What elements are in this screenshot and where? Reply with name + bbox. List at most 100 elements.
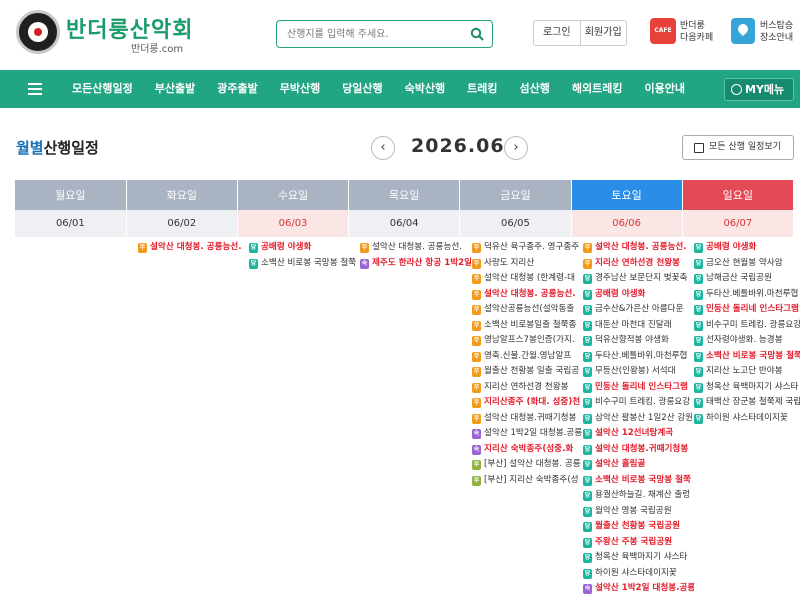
signup-button[interactable]: 회원가입 bbox=[579, 21, 627, 45]
event-item[interactable]: 부 [부산] 설악산 대청봉. 공룡 bbox=[472, 457, 583, 473]
event-type-badge: 당 bbox=[583, 274, 592, 284]
event-item[interactable]: 당 소백산 비로봉 국망봉 철쭉 bbox=[249, 256, 360, 272]
event-item[interactable]: 당 월악산 영봉 국립공원 bbox=[583, 504, 694, 520]
event-item[interactable]: 무 영축.신불.간월.영남알프 bbox=[472, 349, 583, 365]
event-item[interactable]: 당 하이원 샤스타데이지꽃 bbox=[694, 411, 800, 427]
event-item[interactable]: 무 덕유산 육구종주. 영구종주 bbox=[472, 240, 583, 256]
event-item[interactable]: 당 금수산&가은산 아름다운 bbox=[583, 302, 694, 318]
event-type-badge: 당 bbox=[583, 537, 592, 548]
event-item[interactable]: 무 지리산 연하선경 천왕봉 bbox=[472, 380, 583, 396]
logo-icon[interactable] bbox=[16, 10, 60, 54]
event-title: 설악산공룡능선(설악동출 bbox=[484, 304, 575, 314]
search-box bbox=[276, 20, 493, 48]
nav-item-guide[interactable]: 이용안내 bbox=[634, 70, 696, 108]
event-item[interactable]: 당 주왕산 주봉 국립공원 bbox=[583, 535, 694, 551]
event-item[interactable]: 무 월출산 천황봉 일출 국립공 bbox=[472, 364, 583, 380]
event-item[interactable]: 당 태백산 장군봉 철쭉제 국립 bbox=[694, 395, 800, 411]
event-item[interactable]: 당 대둔산 마천대 진달래 bbox=[583, 318, 694, 334]
event-item[interactable]: 무 사량도 지리산 bbox=[472, 256, 583, 272]
search-icon[interactable] bbox=[470, 27, 484, 41]
search-input[interactable] bbox=[287, 26, 457, 42]
next-month-button[interactable]: › bbox=[504, 136, 528, 160]
event-item[interactable]: 무 소백산 비로봉일출 철쭉종 bbox=[472, 318, 583, 334]
event-item[interactable]: 당 설악산 대청봉.귀때기청봉 bbox=[583, 442, 694, 458]
event-item[interactable]: 무 지리산 연하선경 천왕봉 bbox=[583, 256, 694, 272]
event-item[interactable]: 무 설악산 대청봉. 공룡능선. bbox=[138, 240, 249, 256]
event-title: 비수구미 트레킹. 광릉요강 bbox=[595, 397, 691, 407]
cafe-link[interactable]: 반더룽 다음카페 bbox=[680, 20, 713, 44]
map-pin-icon[interactable] bbox=[731, 18, 755, 44]
event-item[interactable]: 무 설악산 대청봉.귀때기청봉 bbox=[472, 411, 583, 427]
event-item[interactable]: 숙 제주도 한라산 항공 1박2일 bbox=[360, 256, 471, 272]
event-type-badge: 무 bbox=[583, 258, 592, 269]
nav-item-day-trip[interactable]: 당일산행 bbox=[331, 70, 393, 108]
event-item[interactable]: 당 남해금산 국립공원 bbox=[694, 271, 800, 287]
event-item[interactable]: 당 공배령 야생화 bbox=[583, 287, 694, 303]
event-item[interactable]: 숙 설악산 1박2일 대청봉.공룡 bbox=[583, 581, 694, 597]
event-item[interactable]: 무 지리산종주 (화대. 성중)천 bbox=[472, 395, 583, 411]
bus-stop-link[interactable]: 버스탑승 장소안내 bbox=[760, 20, 793, 44]
event-item[interactable]: 당 설악산 흘림골 bbox=[583, 457, 694, 473]
event-item[interactable]: 무 설악산 대청봉 (한계령-대 bbox=[472, 271, 583, 287]
event-title: 설악산 대청봉 (한계령-대 bbox=[484, 273, 575, 283]
event-item[interactable]: 숙 설악산 1박2일 대청봉.공룡 bbox=[472, 426, 583, 442]
event-item[interactable]: 당 용궐산하늘길. 채계산 출렁 bbox=[583, 488, 694, 504]
cafe-icon[interactable]: CAFE bbox=[650, 18, 676, 44]
event-type-badge: 무 bbox=[138, 243, 147, 253]
nav-item-overseas[interactable]: 해외트레킹 bbox=[561, 70, 634, 108]
event-item[interactable]: 무 설악산공룡능선(설악동출 bbox=[472, 302, 583, 318]
nav-item-all-schedule[interactable]: 모든산행일정 bbox=[61, 70, 144, 108]
event-item[interactable]: 당 덕유산향적봉 야생화 bbox=[583, 333, 694, 349]
event-item[interactable]: 당 경주남산 보문단지 벚꽃축 bbox=[583, 271, 694, 287]
nav-item-trekking[interactable]: 트레킹 bbox=[456, 70, 508, 108]
event-item[interactable]: 숙 지리산 숙박종주(성중.화 bbox=[472, 442, 583, 458]
event-title: 청옥산 육백마지기 샤스타 bbox=[595, 552, 688, 562]
my-menu-button[interactable]: MY메뉴 bbox=[724, 78, 794, 101]
event-item[interactable]: 당 하이원 샤스타데이지꽃 bbox=[583, 566, 694, 582]
event-item[interactable]: 당 비수구미 트레킹. 광릉요강 bbox=[583, 395, 694, 411]
nav-item-busan-departure[interactable]: 부산출발 bbox=[144, 70, 206, 108]
event-item[interactable]: 당 선자령야생화. 능경봉 bbox=[694, 333, 800, 349]
event-item[interactable]: 당 청옥산 육백마지기 샤스타 bbox=[694, 380, 800, 396]
event-type-badge: 부 bbox=[472, 460, 481, 470]
event-item[interactable]: 당 지리산 노고단 반야봉 bbox=[694, 364, 800, 380]
event-item[interactable]: 당 민둥산 돌리네 인스타그램 bbox=[583, 380, 694, 396]
event-item[interactable]: 당 청옥산 육백마지기 샤스타 bbox=[583, 550, 694, 566]
date-cell: 06/01 bbox=[15, 210, 127, 237]
event-item[interactable]: 당 무등산(인왕봉) 서석대 bbox=[583, 364, 694, 380]
event-type-badge: 당 bbox=[583, 289, 592, 300]
nav-item-overnight-bus[interactable]: 무박산행 bbox=[269, 70, 331, 108]
event-item[interactable]: 당 설악산 12선녀탕계곡 bbox=[583, 426, 694, 442]
nav-item-stay-trip[interactable]: 숙박산행 bbox=[394, 70, 456, 108]
event-list-sat: 무 설악산 대청봉. 공룡능선. 무 지리산 연하선경 천왕봉 당 경주남산 보문단지 벚… bbox=[583, 240, 694, 597]
prev-month-button[interactable]: ‹ bbox=[371, 136, 395, 160]
date-cell-saturday: 06/06 bbox=[571, 210, 683, 237]
event-item[interactable]: 무 설악산 대청봉. 공룡능선. bbox=[583, 240, 694, 256]
event-item[interactable]: 당 두타산.베틀바위.마천루협 bbox=[583, 349, 694, 365]
event-type-badge: 당 bbox=[583, 320, 592, 331]
event-item[interactable]: 무 설악산 대청봉. 공룡능선. bbox=[360, 240, 471, 256]
event-item[interactable]: 당 공배령 야생화 bbox=[694, 240, 800, 256]
event-item[interactable]: 당 삼악산 팔봉산 1일2산 강원 bbox=[583, 411, 694, 427]
event-item[interactable]: 당 소백산 비로봉 국망봉 철쭉 bbox=[694, 349, 800, 365]
event-item[interactable]: 당 공배령 야생화 bbox=[249, 240, 360, 256]
event-type-badge: 당 bbox=[583, 491, 592, 501]
login-button[interactable]: 로그인 bbox=[534, 21, 580, 45]
hamburger-menu-icon[interactable] bbox=[28, 83, 42, 95]
event-item[interactable]: 당 두타산.베틀바위.마천루협 bbox=[694, 287, 800, 303]
event-item[interactable]: 당 소백산 비로봉 국망봉 철쭉 bbox=[583, 473, 694, 489]
event-item[interactable]: 당 비수구미 트레킹. 광릉요강 bbox=[694, 318, 800, 334]
event-type-badge: 당 bbox=[583, 413, 592, 424]
nav-item-island[interactable]: 섬산행 bbox=[509, 70, 561, 108]
user-icon bbox=[731, 84, 742, 95]
event-item[interactable]: 무 설악산 대청봉. 공룡능선. bbox=[472, 287, 583, 303]
event-item[interactable]: 무 영남알프스7봉인증(가지. bbox=[472, 333, 583, 349]
event-title: 설악산 흘림골 bbox=[595, 459, 646, 469]
event-item[interactable]: 당 민둥산 돌리네 인스타그램 bbox=[694, 302, 800, 318]
event-type-badge: 당 bbox=[583, 568, 592, 579]
event-item[interactable]: 당 월출산 천황봉 국립공원 bbox=[583, 519, 694, 535]
all-schedule-button[interactable]: 모든 산행 일정보기 bbox=[682, 135, 794, 160]
event-item[interactable]: 부 [부산] 지리산 숙박종주(성 bbox=[472, 473, 583, 489]
event-item[interactable]: 당 금오산 현월봉 약사암 bbox=[694, 256, 800, 272]
nav-item-gwangju-departure[interactable]: 광주출발 bbox=[206, 70, 268, 108]
